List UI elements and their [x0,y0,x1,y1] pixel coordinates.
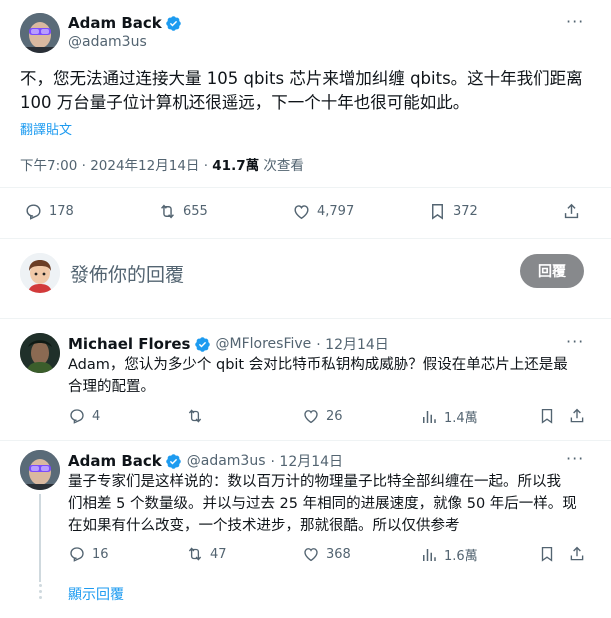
view-count: 41.7萬 [212,158,260,174]
translate-link[interactable]: 翻譯貼文 [20,119,72,138]
retweet-count: 47 [210,546,227,562]
verified-badge-icon [165,15,181,31]
like-count: 26 [326,408,343,424]
reply-text-line: 在如果有什么改变，一个技术进步，那就很酷。所以仅供参考 [68,518,460,534]
author-block: Adam Back @adam3us [68,14,182,50]
retweet-icon [188,409,202,423]
bookmark-count: 372 [453,204,478,219]
reply-author-handle[interactable]: @MFloresFive [216,336,312,352]
thread-connector-line [39,494,41,582]
view-label: 次查看 [259,158,304,174]
reply-author-name[interactable]: Michael Flores [68,335,191,353]
more-options-button[interactable]: ··· [566,449,584,468]
reply-text-line: 们相差 5 个数量级。并以与过去 25 年相同的进展速度，就像 50 年后一样。… [68,496,577,512]
tweet-text: 不，您无法通过连接大量 105 qbits 芯片来增加纠缠 qbits。这十年我… [20,67,605,115]
verified-badge-icon [194,336,210,352]
avatar-adam-back-image [20,13,60,53]
reply-button[interactable]: 16 [68,545,109,563]
tweet-meta: 下午7:00 · 2024年12月14日 · 41.7萬 次查看 [20,154,304,174]
divider [0,238,611,239]
retweet-count: 655 [183,204,208,219]
analytics-icon [423,548,436,561]
author-name[interactable]: Adam Back [68,14,162,32]
reply-icon [26,204,41,220]
reply-text: 量子专家们是这样说的：数以百万计的物理量子比特全部纠缠在一起。所以我 们相差 5… [68,471,603,537]
bookmark-button[interactable] [538,407,556,425]
reply-header: Adam Back @adam3us · 12月14日 [68,451,343,471]
retweet-button[interactable]: 655 [158,202,208,221]
heart-icon [294,205,309,220]
reply-author-handle[interactable]: @adam3us [187,453,266,469]
avatar [20,253,60,293]
tweet-timestamp[interactable]: 下午7:00 · 2024年12月14日 · [20,158,212,174]
bookmark-icon [541,546,553,562]
reply-submit-button[interactable]: 回覆 [520,254,584,288]
reply-author-name[interactable]: Adam Back [68,452,162,470]
retweet-button[interactable] [186,407,204,425]
verified-badge-icon [165,453,181,469]
retweet-icon [161,204,174,219]
like-count: 368 [326,546,351,562]
share-icon [570,546,584,561]
heart-icon [304,410,318,424]
bookmark-button[interactable]: 372 [428,202,478,221]
divider [0,440,611,441]
views-button[interactable]: 1.4萬 [420,407,478,426]
share-icon [570,408,584,423]
reply-icon [70,409,84,424]
tweet-text-line: 100 万台量子位计算机还很遥远，下一个十年也很可能如此。 [20,93,470,112]
like-button[interactable]: 368 [302,545,351,563]
reply-text-line: 合理的配置。 [68,379,155,395]
views-button[interactable]: 1.6萬 [420,545,478,564]
more-options-button[interactable]: ··· [566,332,584,351]
reply-text-line: 量子专家们是这样说的：数以百万计的物理量子比特全部纠缠在一起。所以我 [68,474,561,490]
divider [0,318,611,319]
retweet-icon [188,547,202,561]
share-button[interactable] [568,407,586,425]
like-count: 4,797 [317,204,355,219]
divider [0,187,611,188]
like-button[interactable]: 4,797 [292,202,354,221]
heart-icon [304,548,318,562]
view-count: 1.4萬 [444,411,478,426]
author-handle[interactable]: @adam3us [68,34,182,50]
tweet-text-line: 不，您无法通过连接大量 105 qbits 芯片来增加纠缠 qbits。这十年我… [20,69,583,88]
more-options-button[interactable]: ··· [566,12,584,31]
reply-icon [70,547,84,562]
show-replies-dots [35,584,45,604]
reply-date[interactable]: · 12月14日 [271,451,344,471]
avatar[interactable] [20,333,60,373]
reply-text-line: Adam，您认为多少个 qbit 会对比特币私钥构成威胁？假设在单芯片上还是最 [68,357,568,373]
reply-date[interactable]: · 12月14日 [316,334,389,354]
view-count: 1.6萬 [444,549,478,564]
avatar[interactable] [20,13,60,53]
avatar-michael-flores-image [20,333,60,373]
retweet-button[interactable]: 47 [186,545,227,563]
reply-button[interactable]: 178 [24,202,74,221]
avatar-adam-back-image [20,450,60,490]
share-button[interactable] [568,545,586,563]
bookmark-icon [432,204,443,220]
reply-composer-input[interactable]: 發佈你的回覆 [70,260,184,287]
show-replies-link[interactable]: 顯示回覆 [68,584,124,604]
bookmark-icon [541,408,553,424]
reply-count: 16 [92,546,109,562]
reply-button[interactable]: 4 [68,407,100,425]
share-icon [564,203,579,219]
share-button[interactable] [562,202,581,221]
analytics-icon [423,410,436,423]
reply-count: 178 [49,204,74,219]
reply-header: Michael Flores @MFloresFive · 12月14日 [68,334,389,354]
like-button[interactable]: 26 [302,407,343,425]
avatar-user-image [20,253,60,293]
bookmark-button[interactable] [538,545,556,563]
avatar[interactable] [20,450,60,490]
reply-count: 4 [92,408,101,424]
reply-text: Adam，您认为多少个 qbit 会对比特币私钥构成威胁？假设在单芯片上还是最 … [68,354,603,398]
